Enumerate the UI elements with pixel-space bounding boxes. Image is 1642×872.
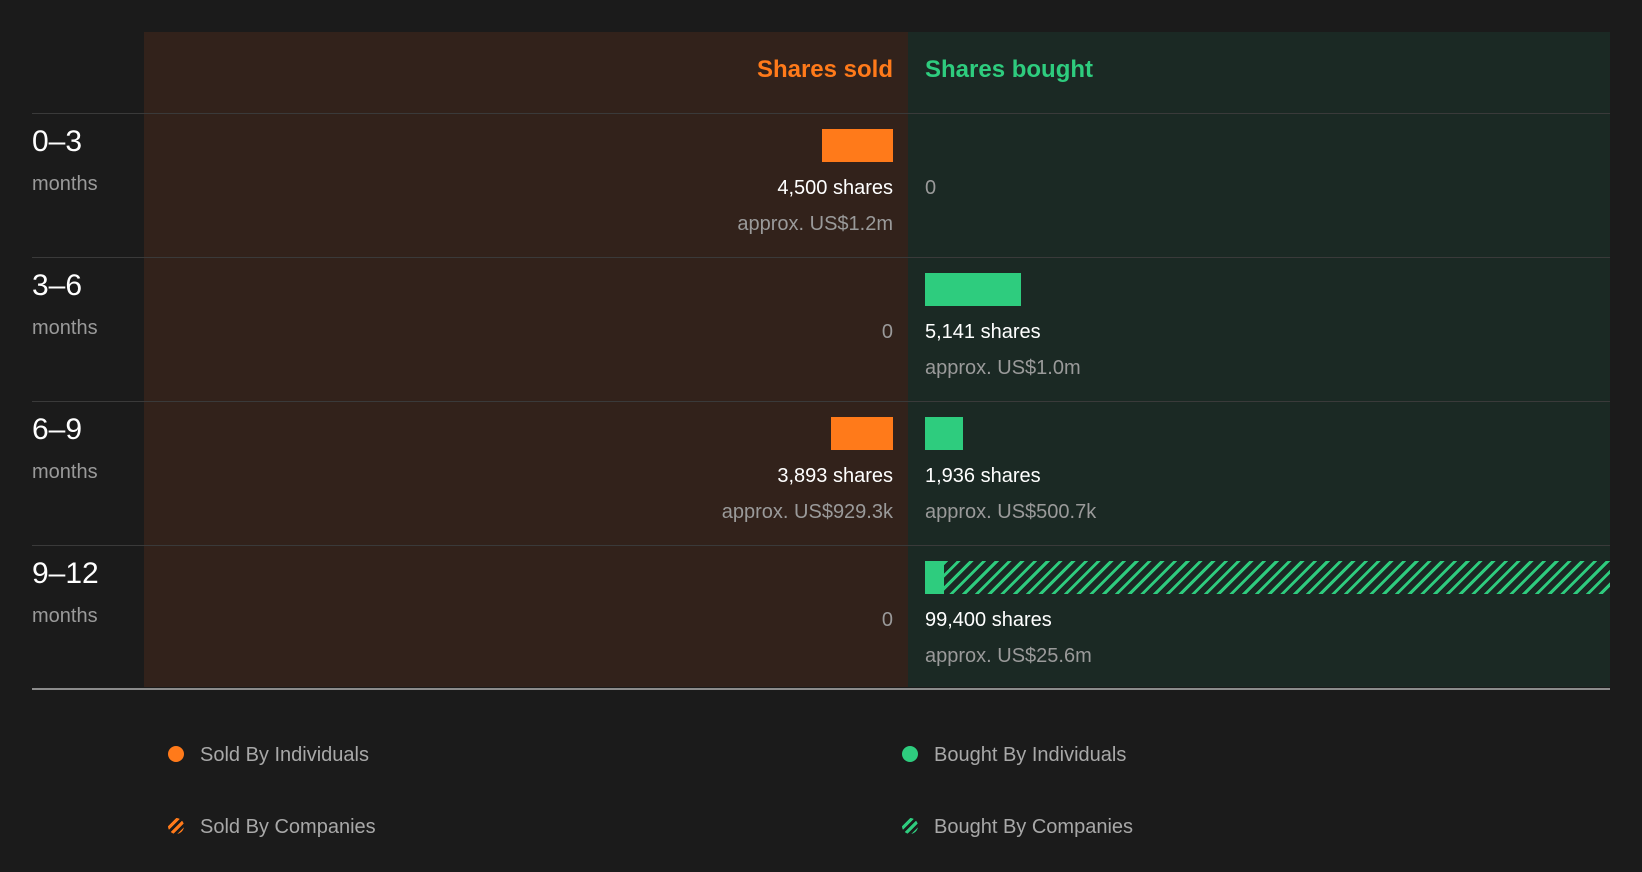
bought-approx-value: approx. US$500.7k (925, 501, 1097, 523)
period-row: 6–9 months 3,893 shares approx. US$929.3k 1,… (0, 401, 1642, 545)
period-unit-label: months (32, 173, 98, 195)
sold-shares-value: 0 (881, 321, 893, 343)
row-separator (32, 545, 1610, 546)
period-unit-label: months (32, 317, 98, 339)
bought-approx-value: approx. US$1.0m (925, 357, 1081, 379)
shares-bought-header: Shares bought (925, 56, 1094, 83)
legend-item: Bought By Individuals (902, 744, 1126, 767)
period-unit-label: months (32, 605, 98, 627)
bought-shares-value: 5,141 shares (925, 321, 1041, 343)
bought-individuals-bar (925, 273, 1021, 306)
legend-item: Sold By Companies (168, 816, 376, 839)
sold-shares-value: 4,500 shares (777, 177, 893, 199)
row-separator (32, 257, 1610, 258)
insider-trading-chart: Shares sold Shares bought 0–3 months 4,500… (0, 0, 1642, 700)
legend-label: Sold By Companies (200, 816, 376, 838)
period-range-label: 6–9 (32, 413, 83, 446)
legend-item: Bought By Companies (902, 816, 1133, 839)
legend-swatch-icon (168, 818, 184, 834)
legend-swatch-icon (902, 818, 918, 834)
legend-label: Bought By Individuals (934, 744, 1127, 766)
row-separator (32, 688, 1610, 690)
legend-item: Sold By Individuals (168, 744, 369, 767)
bought-shares-value: 0 (925, 177, 937, 199)
bought-individuals-bar (925, 417, 963, 450)
period-range-label: 9–12 (32, 557, 99, 590)
row-separator (32, 401, 1610, 402)
shares-sold-header: Shares sold (756, 56, 893, 83)
period-range-label: 3–6 (32, 269, 83, 302)
bought-approx-value: approx. US$25.6m (925, 645, 1092, 667)
bought-companies-bar (943, 561, 1610, 594)
sold-individuals-bar (831, 417, 893, 450)
period-range-label: 0–3 (32, 125, 83, 158)
row-separator (32, 113, 1610, 114)
bought-shares-value: 1,936 shares (925, 465, 1041, 487)
bought-individuals-bar (925, 561, 944, 594)
period-row: 0–3 months 4,500 shares approx. US$1.2m 0 (0, 113, 1642, 257)
legend-swatch-icon (902, 746, 918, 762)
legend-swatch-icon (168, 746, 184, 762)
legend-label: Sold By Individuals (200, 744, 369, 766)
sold-approx-value: approx. US$929.3k (721, 501, 893, 523)
sold-individuals-bar (821, 129, 893, 162)
legend-label: Bought By Companies (934, 816, 1134, 838)
sold-shares-value: 3,893 shares (777, 465, 893, 487)
period-row: 3–6 months 0 5,141 shares approx. US$1.0m (0, 257, 1642, 401)
period-row: 9–12 months 0 99,400 shares approx. US$25.6m (0, 545, 1642, 689)
period-unit-label: months (32, 461, 98, 483)
sold-shares-value: 0 (881, 609, 893, 631)
sold-approx-value: approx. US$1.2m (737, 213, 893, 235)
bought-shares-value: 99,400 shares (925, 609, 1052, 631)
